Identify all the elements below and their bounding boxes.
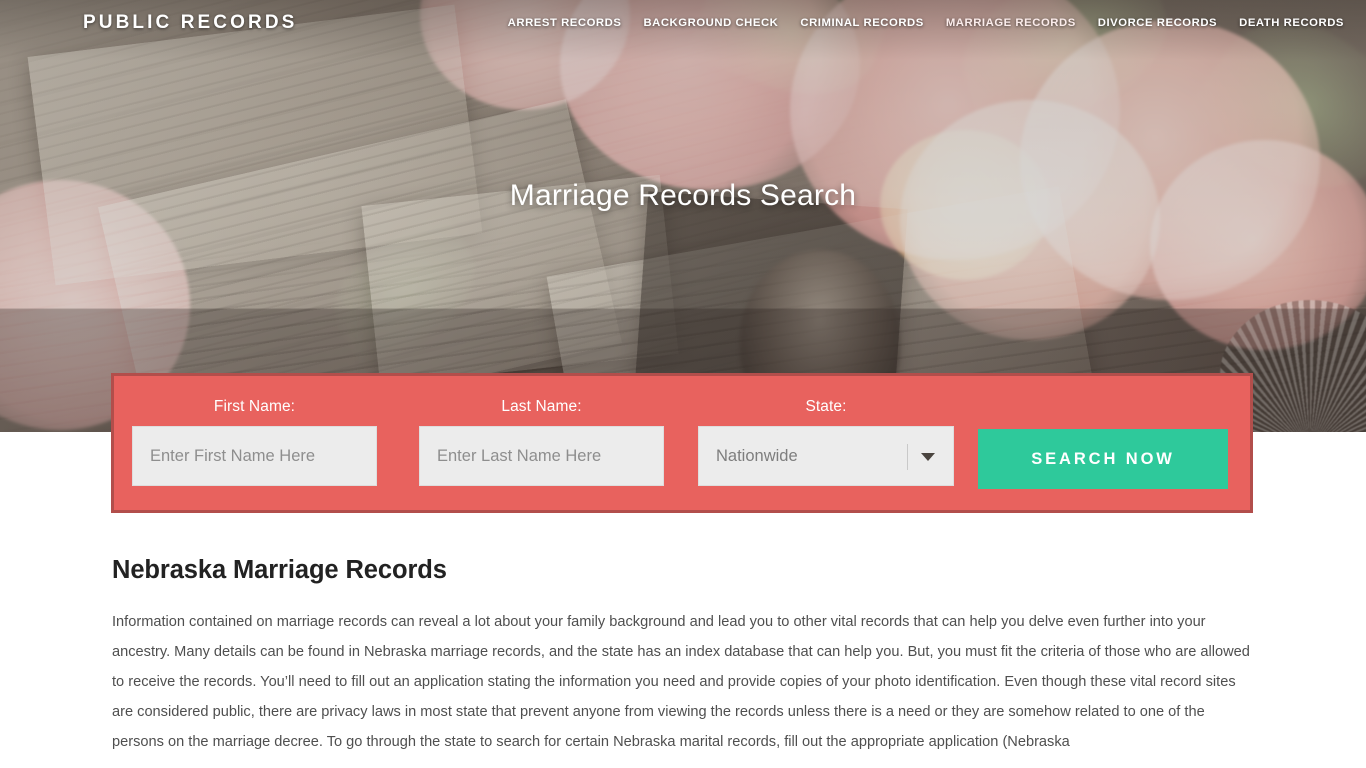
submit-field-group: SEARCH NOW [978,376,1228,489]
state-label: State: [805,398,847,415]
nav-item-criminal-records[interactable]: CRIMINAL RECORDS [800,17,923,29]
chevron-down-icon [921,453,935,461]
last-name-field-group: Last Name: [419,376,664,486]
nav-item-death-records[interactable]: DEATH RECORDS [1239,17,1344,29]
state-select-value: Nationwide [716,446,798,465]
hero-dark-overlay [0,0,1366,432]
first-name-label: First Name: [213,398,296,415]
first-name-input[interactable] [132,426,377,486]
nav-item-divorce-records[interactable]: DIVORCE RECORDS [1098,17,1217,29]
record-search-form: First Name: Last Name: State: Nationwide… [111,373,1253,513]
top-navigation-bar: PUBLIC RECORDS ARREST RECORDS BACKGROUND… [0,0,1366,46]
state-field-group: State: Nationwide [698,376,954,486]
nav-item-background-check[interactable]: BACKGROUND CHECK [643,17,778,29]
nav-item-marriage-records[interactable]: MARRIAGE RECORDS [946,17,1076,29]
hero-title: Marriage Records Search [509,179,857,212]
page-title: Nebraska Marriage Records [112,556,447,584]
first-name-field-group: First Name: [132,376,377,486]
site-logo[interactable]: PUBLIC RECORDS [83,12,297,34]
main-content: Nebraska Marriage Records Information co… [112,556,1257,757]
last-name-label: Last Name: [501,398,582,415]
hero-background-image [0,0,1366,432]
search-now-button[interactable]: SEARCH NOW [978,429,1228,489]
state-select[interactable]: Nationwide [698,426,954,486]
hero-section [0,0,1366,432]
last-name-input[interactable] [419,426,664,486]
intro-paragraph: Information contained on marriage record… [112,614,1250,750]
main-nav: ARREST RECORDS BACKGROUND CHECK CRIMINAL… [508,17,1344,29]
nav-item-arrest-records[interactable]: ARREST RECORDS [508,17,622,29]
page-root: PUBLIC RECORDS ARREST RECORDS BACKGROUND… [0,0,1366,768]
state-select-divider [907,444,908,470]
